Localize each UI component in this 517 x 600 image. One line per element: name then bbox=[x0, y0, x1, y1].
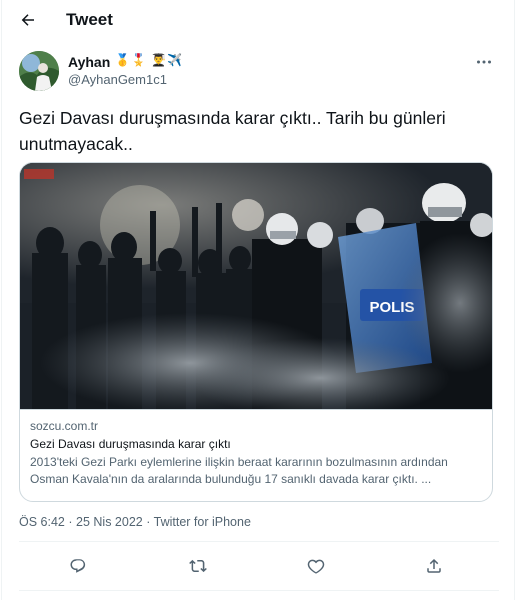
page-title: Tweet bbox=[66, 10, 113, 29]
link-card[interactable]: POLIS sozcu.com.tr Gezi Davası duruşması… bbox=[19, 162, 493, 502]
card-domain: sozcu.com.tr bbox=[30, 419, 99, 433]
retweet-button[interactable] bbox=[186, 554, 210, 578]
heart-icon bbox=[307, 559, 325, 574]
card-title: Gezi Davası duruşmasında karar çıktı bbox=[30, 437, 231, 451]
divider bbox=[19, 590, 499, 591]
share-icon bbox=[427, 558, 441, 573]
separator: · bbox=[68, 515, 73, 529]
divider bbox=[19, 541, 499, 542]
more-horizontal-icon bbox=[477, 60, 491, 64]
share-button[interactable] bbox=[422, 554, 446, 578]
reply-button[interactable] bbox=[66, 554, 90, 578]
like-button[interactable] bbox=[304, 554, 328, 578]
separator: · bbox=[146, 515, 151, 529]
tweet-text: Gezi Davası duruşmasında karar çıktı.. T… bbox=[19, 108, 446, 154]
author-badges: 🥇🎖️ 👨‍🎓✈️ bbox=[115, 53, 184, 67]
avatar[interactable] bbox=[19, 51, 59, 91]
retweet-icon bbox=[189, 559, 207, 573]
card-description: 2013'teki Gezi Parkı eylemlerine ilişkin… bbox=[30, 455, 448, 486]
back-button[interactable] bbox=[14, 6, 42, 34]
tweet-page: Tweet Ayhan 🥇🎖️ 👨‍🎓✈️ @AyhanGem1c1 Gezi … bbox=[1, 0, 515, 600]
tweet-time[interactable]: ÖS 6:42 bbox=[19, 515, 65, 529]
tweet-date[interactable]: 25 Nis 2022 bbox=[76, 515, 143, 529]
reply-icon bbox=[70, 559, 86, 573]
author-name[interactable]: Ayhan bbox=[68, 54, 110, 70]
tweet-actions bbox=[2, 552, 516, 580]
tweet-source[interactable]: Twitter for iPhone bbox=[154, 515, 251, 529]
tweet-timestamp: ÖS 6:42 · 25 Nis 2022 · Twitter for iPho… bbox=[19, 515, 251, 529]
card-image: POLIS bbox=[20, 163, 492, 409]
more-button[interactable] bbox=[472, 54, 496, 70]
author-handle[interactable]: @AyhanGem1c1 bbox=[68, 72, 167, 87]
arrow-left-icon bbox=[21, 14, 34, 26]
card-meta: sozcu.com.tr Gezi Davası duruşmasında ka… bbox=[20, 409, 492, 501]
page-header: Tweet bbox=[2, 0, 516, 40]
